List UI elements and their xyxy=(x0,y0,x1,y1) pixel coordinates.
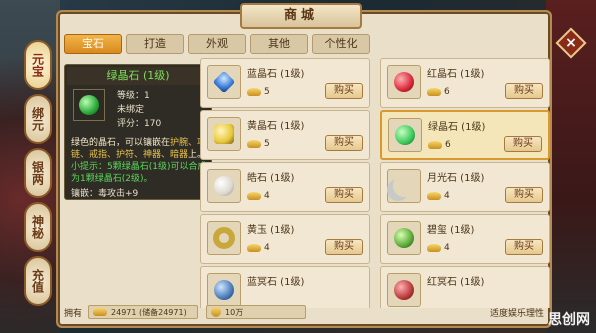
item-price: 6 xyxy=(428,140,451,150)
tab-personalize[interactable]: 个性化 xyxy=(312,34,370,54)
buy-button[interactable]: 购买 xyxy=(505,187,543,203)
item-name: 蓝冥石 (1级) xyxy=(247,277,305,288)
tooltip-level: 等级：1 xyxy=(117,91,150,101)
shop-title: 商城 xyxy=(240,3,362,29)
green-gem-icon xyxy=(388,118,422,152)
white-stone-icon xyxy=(207,169,241,203)
moonstone-icon xyxy=(387,169,421,203)
item-name: 碧玺 (1级) xyxy=(427,225,475,236)
top-tabs: 宝石 打造 外观 其他 个性化 xyxy=(64,34,370,56)
watermark-logo: 思创网 xyxy=(548,312,590,328)
coin-balance: 10万 xyxy=(206,305,307,319)
side-tab-recharge[interactable]: 充值 xyxy=(24,256,52,306)
item-tooltip: 绿晶石 (1级) 等级：1 未绑定 评分：170 绿色的晶石，可以镶嵌在护腕、项… xyxy=(64,64,212,200)
buy-button[interactable]: 购买 xyxy=(505,239,543,255)
item-card[interactable]: 黄晶石 (1级) 5 购买 xyxy=(200,110,370,160)
item-price: 4 xyxy=(247,191,270,201)
buy-button[interactable]: 购买 xyxy=(504,136,542,152)
ingot-icon xyxy=(93,308,108,316)
red-gem-icon xyxy=(387,65,421,99)
buy-button[interactable]: 购买 xyxy=(325,187,363,203)
item-name: 黄晶石 (1级) xyxy=(247,121,305,132)
buy-button[interactable]: 购买 xyxy=(325,83,363,99)
buy-button[interactable]: 购买 xyxy=(325,135,363,151)
side-tab-yuanbao[interactable]: 元宝 xyxy=(24,40,52,90)
tooltip-gem-icon xyxy=(73,89,105,121)
ingot-icon xyxy=(427,244,441,252)
item-name: 黄玉 (1级) xyxy=(247,225,295,236)
item-card[interactable]: 碧玺 (1级) 4 购买 xyxy=(380,214,550,264)
side-tab-bound-yuanbao[interactable]: 绑元 xyxy=(24,94,52,144)
topaz-ring-icon xyxy=(207,221,241,255)
tooltip-effect: 镶嵌：毒攻击+9 xyxy=(71,189,139,199)
tooltip-tip: 小提示：5颗绿晶石(1级)可以合成为1颗绿晶石(2级)。 xyxy=(71,162,207,184)
item-price: 4 xyxy=(427,243,450,253)
tooltip-bind-status: 未绑定 xyxy=(117,105,145,115)
item-name: 红冥石 (1级) xyxy=(427,277,485,288)
tooltip-desc-3: 、戒指、护符、神器、暗器 xyxy=(80,150,189,160)
item-price: 5 xyxy=(247,139,270,149)
side-tab-mystery[interactable]: 神秘 xyxy=(24,202,52,252)
coin-icon xyxy=(211,307,222,317)
item-card[interactable]: 蓝晶石 (1级) 5 购买 xyxy=(200,58,370,108)
item-grid: 蓝晶石 (1级) 5 购买 红晶石 (1级) 6 购买 黄晶石 (1级) 5 购… xyxy=(200,58,552,308)
currency-bar: 拥有 24971 (储备24971) 10万 适度娱乐理性 xyxy=(64,302,544,322)
item-name: 绿晶石 (1级) xyxy=(428,122,486,133)
tab-forge[interactable]: 打造 xyxy=(126,34,184,54)
ingot-icon xyxy=(247,244,261,252)
item-name: 月光石 (1级) xyxy=(427,173,485,184)
ingot-icon xyxy=(247,140,261,148)
ingot-icon xyxy=(428,141,442,149)
coin-value: 10万 xyxy=(225,307,244,317)
item-name: 皓石 (1级) xyxy=(247,173,295,184)
item-card[interactable]: 皓石 (1级) 4 购买 xyxy=(200,162,370,212)
blue-gem-icon xyxy=(207,65,241,99)
item-card[interactable]: 红晶石 (1级) 6 购买 xyxy=(380,58,550,108)
yuanbao-balance: 24971 (储备24971) xyxy=(88,305,199,319)
tab-appearance[interactable]: 外观 xyxy=(188,34,246,54)
ingot-icon xyxy=(247,88,261,96)
tooltip-description: 绿色的晶石，可以镶嵌在护腕、项链、戒指、护符、神器、暗器上。 小提示：5颗绿晶石… xyxy=(71,137,209,185)
item-price: 4 xyxy=(247,243,270,253)
notice-text: 适度娱乐理性 xyxy=(489,308,544,319)
tooltip-title: 绿晶石 (1级) xyxy=(67,67,209,85)
side-tabs: 元宝 绑元 银两 神秘 充值 xyxy=(24,40,54,310)
buy-button[interactable]: 购买 xyxy=(325,239,363,255)
tab-other[interactable]: 其他 xyxy=(250,34,308,54)
ingot-icon xyxy=(427,88,441,96)
ingot-icon xyxy=(247,192,261,200)
item-price: 4 xyxy=(427,191,450,201)
item-card[interactable]: 黄玉 (1级) 4 购买 xyxy=(200,214,370,264)
tourmaline-icon xyxy=(387,221,421,255)
item-card[interactable]: 月光石 (1级) 4 购买 xyxy=(380,162,550,212)
ingot-icon xyxy=(427,192,441,200)
own-label: 拥有 xyxy=(64,308,83,319)
close-icon: × xyxy=(565,35,577,51)
item-price: 5 xyxy=(247,87,270,97)
buy-button[interactable]: 购买 xyxy=(505,83,543,99)
tooltip-score: 评分：170 xyxy=(117,119,162,129)
tooltip-desc-1: 绿色的晶石，可以镶嵌在 xyxy=(71,138,171,148)
tooltip-stats: 等级：1 未绑定 评分：170 xyxy=(117,89,161,131)
side-tab-silver[interactable]: 银两 xyxy=(24,148,52,198)
item-price: 6 xyxy=(427,87,450,97)
yuanbao-value: 24971 (储备24971) xyxy=(111,307,187,317)
item-name: 蓝晶石 (1级) xyxy=(247,69,305,80)
tab-gems[interactable]: 宝石 xyxy=(64,34,122,54)
item-card-selected[interactable]: 绿晶石 (1级) 6 购买 xyxy=(380,110,550,160)
item-name: 红晶石 (1级) xyxy=(427,69,485,80)
yellow-gem-icon xyxy=(207,117,241,151)
